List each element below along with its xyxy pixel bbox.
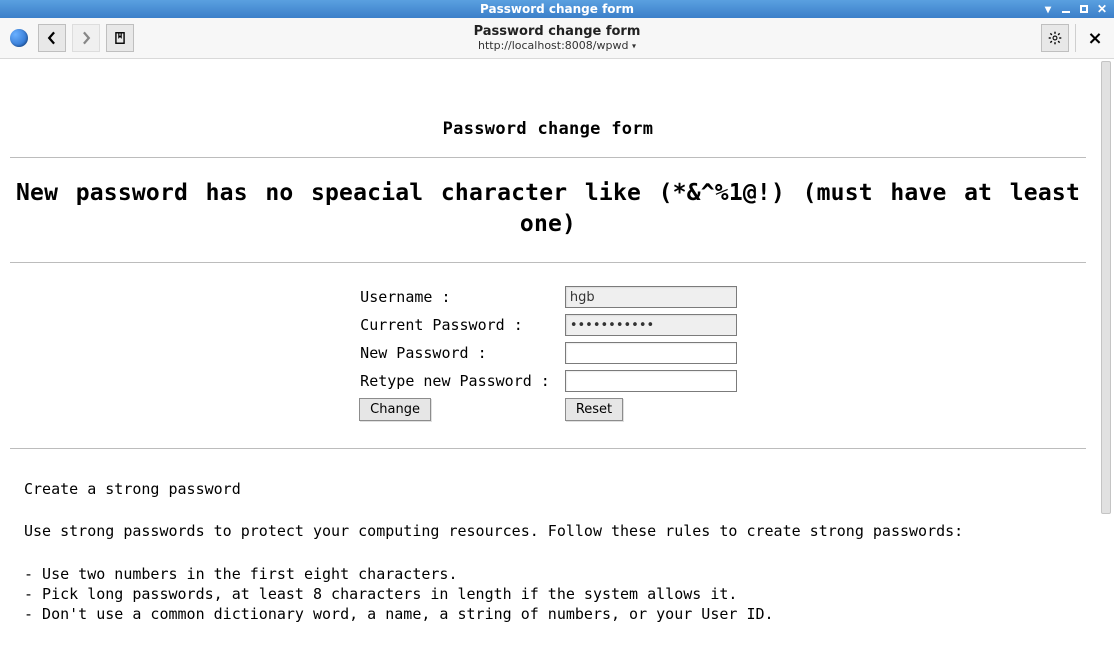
divider xyxy=(10,157,1086,158)
window-close-icon[interactable]: ✕ xyxy=(1096,3,1108,15)
tab-close-button[interactable]: × xyxy=(1082,25,1108,51)
globe-icon xyxy=(6,25,32,51)
chevron-right-icon xyxy=(79,31,93,45)
current-password-field xyxy=(565,314,737,336)
address-page-title: Password change form xyxy=(0,24,1114,39)
retype-password-field[interactable] xyxy=(565,370,737,392)
label-current-password: Current Password : xyxy=(358,313,564,337)
window-minimize-icon[interactable] xyxy=(1060,3,1072,15)
new-password-field[interactable] xyxy=(565,342,737,364)
address-url[interactable]: http://localhost:8008/wpwd ▾ xyxy=(0,39,1114,52)
row-retype-password: Retype new Password : xyxy=(358,369,738,393)
row-new-password: New Password : xyxy=(358,341,738,365)
password-form: Username : Current Password : New Passwo… xyxy=(358,281,738,426)
gear-icon xyxy=(1048,31,1062,45)
browser-toolbar: Password change form http://localhost:80… xyxy=(0,18,1114,59)
back-button[interactable] xyxy=(38,24,66,52)
label-new-password: New Password : xyxy=(358,341,564,365)
window-title: Password change form xyxy=(0,2,1114,16)
bookmark-icon xyxy=(113,31,127,45)
change-button[interactable]: Change xyxy=(359,398,431,421)
row-username: Username : xyxy=(358,285,738,309)
help-section: Create a strong password Use strong pass… xyxy=(24,479,1072,624)
username-field xyxy=(565,286,737,308)
chevron-left-icon xyxy=(45,31,59,45)
toolbar-divider xyxy=(1075,24,1076,52)
scrollbar-thumb[interactable] xyxy=(1101,61,1111,514)
label-username: Username : xyxy=(358,285,564,309)
error-heading: New password has no speacial character l… xyxy=(16,178,1080,240)
vertical-scrollbar[interactable] xyxy=(1100,61,1112,662)
url-dropdown-icon[interactable]: ▾ xyxy=(632,42,636,51)
settings-button[interactable] xyxy=(1041,24,1069,52)
label-retype-password: Retype new Password : xyxy=(358,369,564,393)
divider xyxy=(10,448,1086,449)
reset-button[interactable]: Reset xyxy=(565,398,623,421)
window-maximize-icon[interactable] xyxy=(1078,3,1090,15)
forward-button xyxy=(72,24,100,52)
help-intro: Use strong passwords to protect your com… xyxy=(24,521,1072,541)
window-hide-icon[interactable]: ▾ xyxy=(1042,3,1054,15)
help-rule: - Pick long passwords, at least 8 charac… xyxy=(24,584,1072,604)
help-title: Create a strong password xyxy=(24,479,1072,499)
divider xyxy=(10,262,1086,263)
address-display: Password change form http://localhost:80… xyxy=(0,24,1114,52)
bookmark-button[interactable] xyxy=(106,24,134,52)
help-rule: - Don't use a common dictionary word, a … xyxy=(24,604,1072,624)
page-title: Password change form xyxy=(10,119,1086,139)
row-current-password: Current Password : xyxy=(358,313,738,337)
page-content: Password change form New password has no… xyxy=(0,59,1096,664)
row-buttons: Change Reset xyxy=(358,397,738,422)
window-titlebar: Password change form ▾ ✕ xyxy=(0,0,1114,18)
help-rule: - Use two numbers in the first eight cha… xyxy=(24,564,1072,584)
